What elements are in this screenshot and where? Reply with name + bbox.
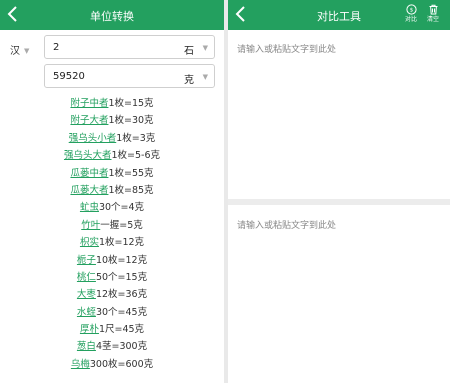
svg-text:$: $ — [409, 8, 413, 14]
conversion-item: 瓜蒌中者1枚=55克 — [0, 165, 224, 182]
clear-label: 清空 — [426, 16, 439, 23]
herb-link[interactable]: 水蛭 — [77, 307, 96, 318]
conversion-item: 乌梅300枚=600克 — [0, 356, 224, 373]
conversion-text: 一握=5克 — [100, 219, 143, 231]
conversion-item: 强乌头大者1枚=5-6克 — [0, 147, 224, 164]
herb-link[interactable]: 桃仁 — [77, 272, 96, 283]
dropdown-arrow-icon: ▼ — [24, 47, 30, 55]
conversion-text: 1枚=5-6克 — [111, 150, 161, 162]
text-input-area-2[interactable]: 请输入或粘贴文字到此处 — [228, 218, 450, 231]
conversion-item: 桃仁50个=15克 — [0, 269, 224, 286]
conversion-item: 枳实1枚=12克 — [0, 234, 224, 251]
conversion-text: 12枚=36克 — [95, 289, 148, 301]
herb-link[interactable]: 瓜蒌中者 — [70, 168, 108, 179]
result-unit-select[interactable]: 克 — [184, 71, 194, 86]
result-value: 59520 — [53, 71, 85, 82]
herb-link[interactable]: 厚朴 — [80, 324, 99, 335]
conversion-item: 虻虫30个=4克 — [0, 199, 224, 216]
input-value[interactable]: 2 — [53, 42, 59, 53]
input-unit-select[interactable]: 石 — [184, 42, 194, 57]
conversion-text: 10枚=12克 — [95, 254, 148, 266]
conversion-text: 30个=4克 — [98, 202, 145, 214]
conversion-item: 附子中者1枚=15克 — [0, 95, 224, 112]
conversion-text: 4茎=300克 — [95, 341, 148, 353]
conversion-item: 栀子10枚=12克 — [0, 252, 224, 269]
compare-tool-panel: 对比工具 $ 对比 清空 请输入或粘贴文字到此处 请输入或粘贴文字到此处 — [228, 0, 450, 383]
language-label: 汉 — [10, 46, 20, 57]
input-value-field[interactable]: 2 石 ▼ — [44, 35, 215, 59]
text-input-area-1[interactable]: 请输入或粘贴文字到此处 — [228, 42, 450, 55]
compare-button[interactable]: $ 对比 — [400, 4, 422, 23]
page-title: 单位转换 — [90, 10, 134, 23]
conversion-text: 30个=45克 — [95, 306, 148, 318]
conversion-item: 附子大者1枚=30克 — [0, 112, 224, 129]
conversion-item: 葱白4茎=300克 — [0, 338, 224, 355]
herb-link[interactable]: 乌梅 — [71, 359, 90, 370]
conversion-text: 1尺=45克 — [98, 324, 145, 336]
dropdown-arrow-icon[interactable]: ▼ — [203, 44, 208, 52]
conversion-text: 1枚=85克 — [108, 184, 154, 196]
compare-label: 对比 — [404, 16, 417, 23]
conversion-text: 1枚=30克 — [108, 115, 154, 127]
conversion-text: 1枚=15克 — [108, 98, 154, 109]
result-value-field[interactable]: 59520 克 ▼ — [44, 64, 215, 88]
compare-app-bar: 对比工具 $ 对比 清空 — [228, 0, 450, 30]
conversion-item: 瓜蒌大者1枚=85克 — [0, 182, 224, 199]
conversion-text: 1枚=12克 — [98, 237, 145, 249]
herb-link[interactable]: 竹叶 — [81, 220, 100, 231]
area-divider — [228, 199, 450, 205]
conversion-item: 水蛭30个=45克 — [0, 304, 224, 321]
conversion-item: 竹叶一握=5克 — [0, 217, 224, 234]
herb-link[interactable]: 附子中者 — [70, 98, 108, 109]
herb-link[interactable]: 附子大者 — [70, 115, 108, 126]
herb-link[interactable]: 强乌头小者 — [69, 133, 117, 144]
dropdown-arrow-icon[interactable]: ▼ — [203, 73, 208, 81]
conversion-text: 1枚=55克 — [108, 167, 154, 179]
herb-link[interactable]: 瓜蒌大者 — [70, 185, 108, 196]
conversion-list: 附子中者1枚=15克 附子大者1枚=30克 强乌头小者1枚=3克 强乌头大者1枚=5-… — [0, 95, 224, 373]
herb-link[interactable]: 虻虫 — [80, 202, 99, 213]
converter-app-bar: 单位转换 — [0, 0, 224, 30]
conversion-text: 50个=15克 — [95, 271, 148, 283]
herb-link[interactable]: 葱白 — [77, 341, 96, 352]
herb-link[interactable]: 栀子 — [77, 255, 96, 266]
unit-converter-panel: 单位转换 汉 ▼ 2 石 ▼ 59520 克 ▼ 附子中者1枚=15克 附子大者1枚… — [0, 0, 224, 383]
language-selector[interactable]: 汉 ▼ — [10, 42, 29, 57]
clear-button[interactable]: 清空 — [422, 4, 444, 23]
herb-link[interactable]: 强乌头大者 — [64, 150, 112, 161]
herb-link[interactable]: 枳实 — [80, 237, 99, 248]
herb-link[interactable]: 大枣 — [77, 289, 96, 300]
conversion-item: 大枣12枚=36克 — [0, 286, 224, 303]
trash-icon — [429, 4, 437, 15]
conversion-item: 强乌头小者1枚=3克 — [0, 130, 224, 147]
conversion-item: 厚朴1尺=45克 — [0, 321, 224, 338]
conversion-text: 300枚=600克 — [89, 358, 154, 370]
compare-icon: $ — [405, 4, 417, 15]
conversion-text: 1枚=3克 — [116, 132, 156, 144]
